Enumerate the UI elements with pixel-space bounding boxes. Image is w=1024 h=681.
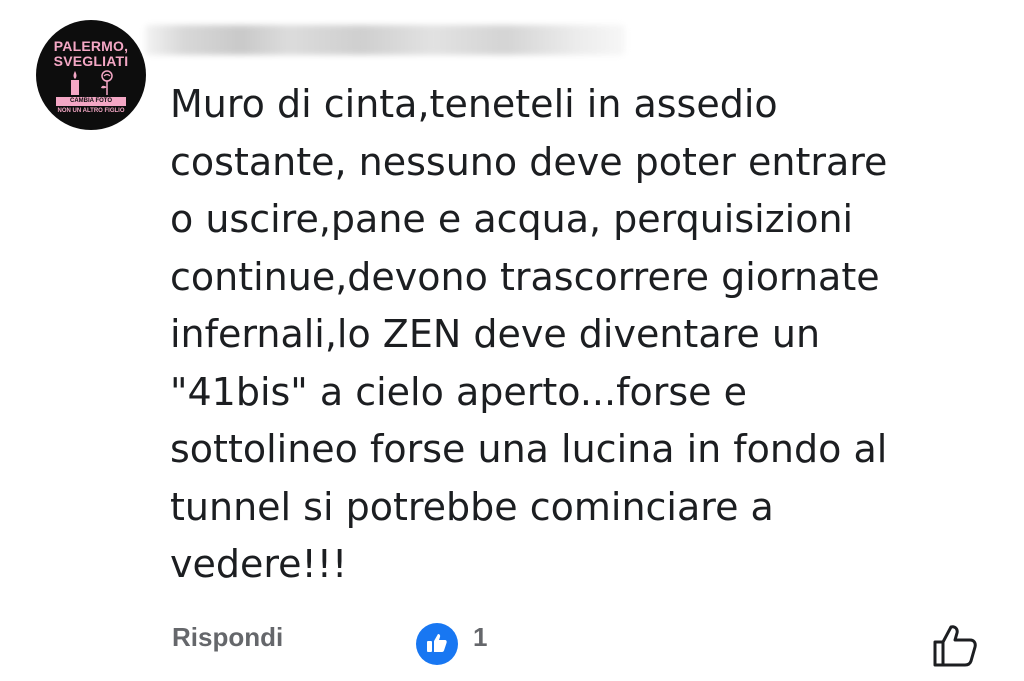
avatar-subtext: NON UN ALTRO FIGLIO [57, 108, 125, 114]
avatar-band: CAMBIA FOTO PROFILO [56, 97, 126, 113]
avatar-text-line2: SVEGLIATI [53, 53, 129, 69]
comment-text: Muro di cinta,teneteli in assedio costan… [170, 82, 888, 586]
thumbs-up-icon[interactable] [416, 623, 458, 665]
reaction-count[interactable]: 1 [473, 622, 487, 653]
avatar-text-line1: PALERMO, [53, 38, 129, 54]
author-name-redacted[interactable] [145, 25, 625, 55]
rose-icon [101, 70, 113, 95]
thumbs-up-outline-icon[interactable] [930, 622, 980, 668]
avatar[interactable]: PALERMO, SVEGLIATI CAMBIA FOTO PROFILO N… [36, 20, 146, 130]
reply-button[interactable]: Rispondi [172, 622, 283, 653]
candle-icon [71, 71, 79, 95]
